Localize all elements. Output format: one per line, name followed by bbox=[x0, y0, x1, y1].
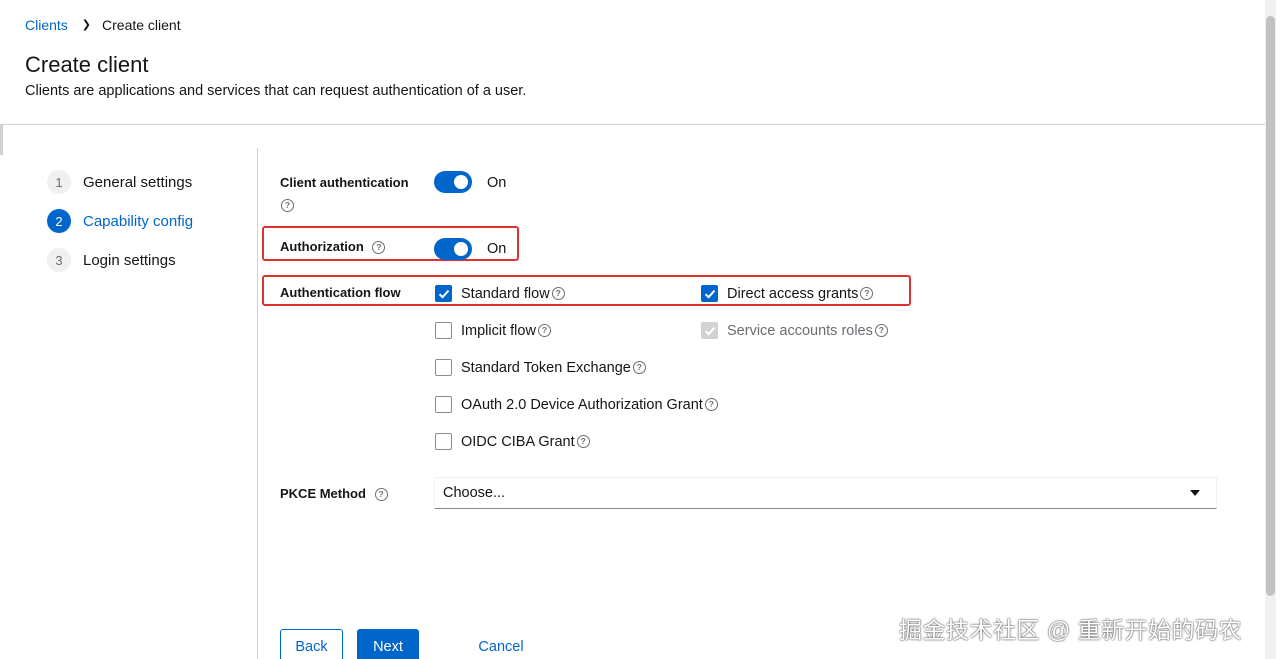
page-subtitle: Clients are applications and services th… bbox=[25, 83, 527, 99]
checkbox-box bbox=[435, 433, 452, 450]
help-icon[interactable]: ? bbox=[537, 324, 551, 337]
wizard-step-capability-config[interactable]: 2 Capability config bbox=[47, 207, 193, 235]
check-icon bbox=[438, 289, 449, 299]
authorization-label: Authorization ? bbox=[280, 239, 386, 255]
pkce-method-label-text: PKCE Method bbox=[280, 486, 366, 501]
client-authentication-label-text: Client authentication bbox=[280, 175, 409, 190]
help-icon[interactable]: ? bbox=[576, 435, 590, 448]
client-authentication-state: On bbox=[487, 175, 507, 191]
wizard-step-login-settings[interactable]: 3 Login settings bbox=[47, 246, 193, 274]
help-icon[interactable]: ? bbox=[372, 241, 386, 255]
breadcrumb-clients-link[interactable]: Clients bbox=[25, 17, 68, 33]
cancel-button[interactable]: Cancel bbox=[470, 629, 532, 659]
pkce-method-label: PKCE Method ? bbox=[280, 486, 388, 502]
check-icon bbox=[704, 326, 715, 336]
step-label: Capability config bbox=[83, 212, 194, 230]
standard-flow-checkbox[interactable]: Standard flow ? bbox=[435, 285, 565, 302]
checkbox-label: Implicit flow bbox=[461, 322, 536, 339]
step-label: General settings bbox=[83, 173, 193, 191]
checkbox-label: Direct access grants bbox=[727, 285, 859, 302]
help-icon[interactable]: ? bbox=[551, 287, 565, 300]
authorization-toggle[interactable] bbox=[434, 238, 472, 260]
checkbox-box bbox=[701, 322, 718, 339]
client-authentication-label: Client authentication ? bbox=[280, 172, 409, 216]
pkce-method-select[interactable]: Choose... bbox=[434, 477, 1217, 509]
header-divider bbox=[0, 124, 1265, 125]
checkbox-label: Standard flow bbox=[461, 285, 550, 302]
client-authentication-toggle[interactable] bbox=[434, 171, 472, 193]
left-edge-bar bbox=[0, 125, 3, 155]
checkbox-box bbox=[435, 396, 452, 413]
select-placeholder: Choose... bbox=[443, 485, 506, 501]
standard-token-exchange-checkbox[interactable]: Standard Token Exchange ? bbox=[435, 359, 646, 376]
implicit-flow-checkbox[interactable]: Implicit flow ? bbox=[435, 322, 551, 339]
nav-divider bbox=[257, 148, 258, 659]
checkbox-label: Service accounts roles bbox=[727, 322, 873, 339]
toggle-knob bbox=[454, 175, 468, 189]
help-icon[interactable]: ? bbox=[704, 398, 718, 411]
service-accounts-roles-checkbox: Service accounts roles ? bbox=[701, 322, 888, 339]
oidc-ciba-grant-checkbox[interactable]: OIDC CIBA Grant ? bbox=[435, 433, 590, 450]
checkbox-label: OIDC CIBA Grant bbox=[461, 433, 575, 450]
checkbox-box bbox=[435, 285, 452, 302]
help-icon[interactable]: ? bbox=[281, 199, 294, 213]
help-icon[interactable]: ? bbox=[860, 287, 874, 300]
help-icon[interactable]: ? bbox=[874, 324, 888, 337]
authorization-state: On bbox=[487, 241, 507, 257]
step-number: 1 bbox=[47, 170, 71, 194]
caret-down-icon bbox=[1190, 490, 1200, 496]
help-icon[interactable]: ? bbox=[374, 488, 388, 502]
checkbox-label: OAuth 2.0 Device Authorization Grant bbox=[461, 396, 703, 413]
wizard-nav: 1 General settings 2 Capability config 3… bbox=[47, 168, 193, 285]
watermark-text: 掘金技术社区 @ 重新开始的码农 bbox=[899, 617, 1243, 643]
checkbox-box bbox=[435, 322, 452, 339]
checkbox-box bbox=[435, 359, 452, 376]
checkbox-label: Standard Token Exchange bbox=[461, 359, 631, 376]
authorization-label-text: Authorization bbox=[280, 239, 364, 254]
checkbox-box bbox=[701, 285, 718, 302]
step-label: Login settings bbox=[83, 251, 176, 269]
step-number: 3 bbox=[47, 248, 71, 272]
chevron-right-icon: ❯ bbox=[81, 18, 92, 31]
help-icon[interactable]: ? bbox=[632, 361, 646, 374]
wizard-step-general-settings[interactable]: 1 General settings bbox=[47, 168, 193, 196]
check-icon bbox=[704, 289, 715, 299]
back-button[interactable]: Back bbox=[280, 629, 343, 659]
breadcrumb-current: Create client bbox=[102, 17, 181, 33]
direct-access-grants-checkbox[interactable]: Direct access grants ? bbox=[701, 285, 874, 302]
breadcrumb: Clients ❯ Create client bbox=[25, 17, 181, 33]
scrollbar-thumb[interactable] bbox=[1266, 16, 1275, 596]
step-number: 2 bbox=[47, 209, 71, 233]
authentication-flow-label: Authentication flow bbox=[280, 285, 401, 300]
toggle-knob bbox=[454, 242, 468, 256]
page-title: Create client bbox=[25, 52, 149, 77]
oauth-device-authorization-grant-checkbox[interactable]: OAuth 2.0 Device Authorization Grant ? bbox=[435, 396, 718, 413]
next-button[interactable]: Next bbox=[357, 629, 419, 659]
create-client-page: Clients ❯ Create client Create client Cl… bbox=[0, 0, 1280, 659]
